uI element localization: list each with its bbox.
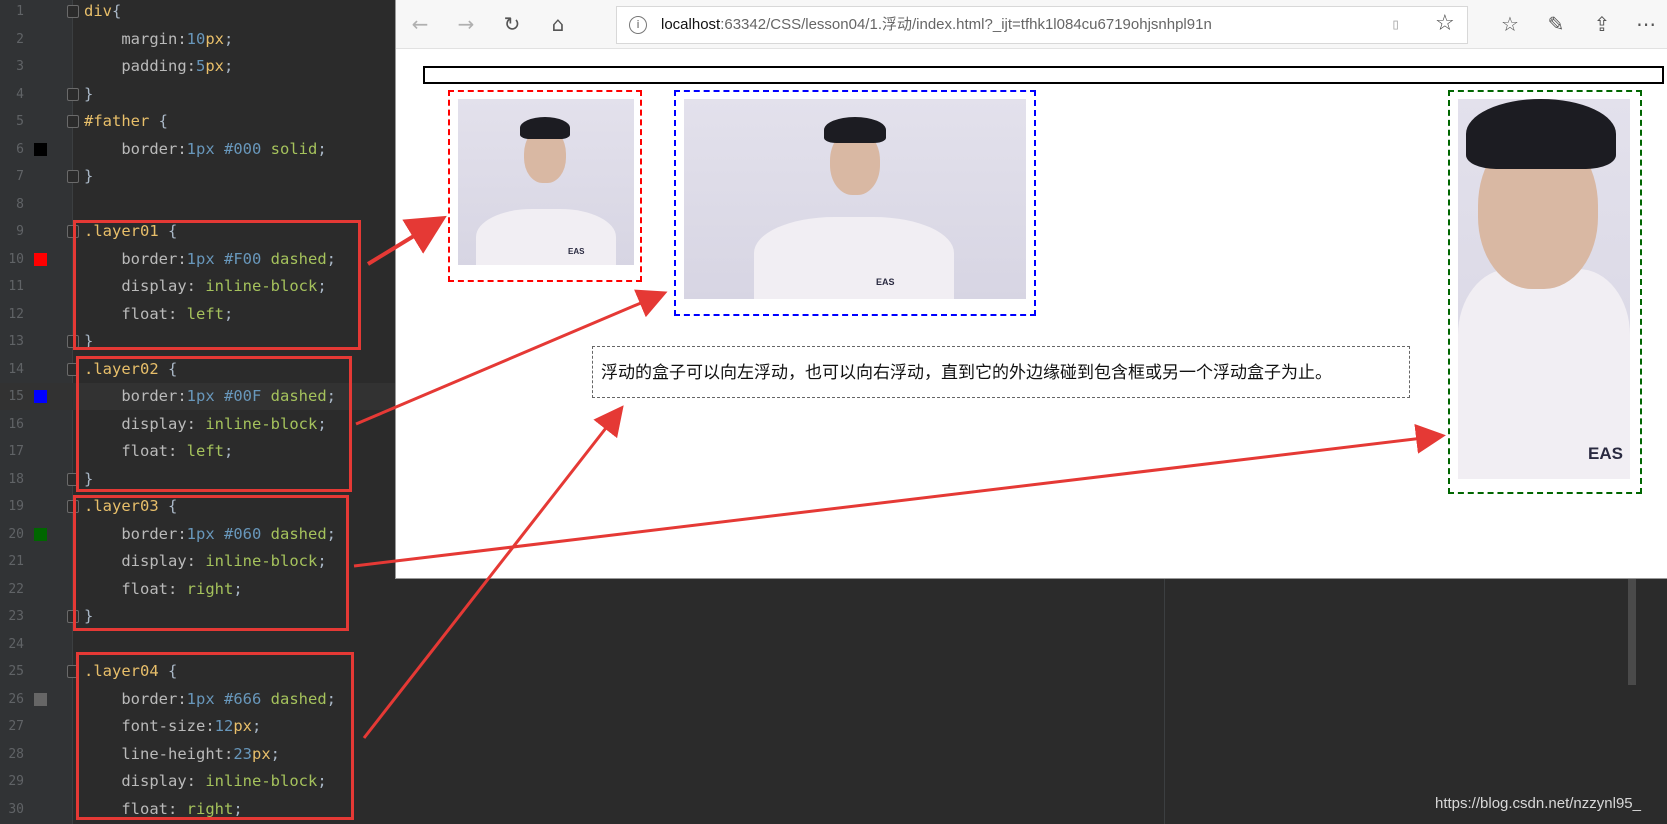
line-number: 7 [16, 169, 24, 184]
code-text: } [84, 167, 94, 185]
layer02-box: EAS [674, 90, 1036, 316]
layer03-box: EAS [1448, 90, 1642, 494]
annotation-box-layer03 [73, 495, 349, 631]
line-number: 14 [8, 361, 24, 377]
browser-window: ← → ↻ ⌂ i localhost:63342/CSS/lesson04/1… [396, 0, 1667, 578]
line-number: 18 [8, 471, 24, 487]
code-text: #father { [84, 112, 168, 130]
line-number: 3 [16, 59, 24, 74]
father-div [423, 66, 1664, 84]
line-number: 9 [16, 224, 24, 239]
refresh-icon[interactable]: ↻ [498, 10, 526, 38]
site-info-icon[interactable]: i [629, 16, 647, 34]
line-number: 16 [8, 416, 24, 432]
color-swatch-icon [34, 252, 47, 266]
line-number: 20 [8, 526, 24, 542]
layer01-photo: EAS [458, 99, 634, 265]
line-number: 17 [8, 444, 24, 459]
line-number: 29 [8, 774, 24, 789]
shirt-logo: EAS [568, 247, 585, 256]
line-number: 23 [8, 609, 24, 624]
forward-arrow-icon[interactable]: → [452, 10, 480, 38]
pen-icon[interactable]: ✎ [1542, 10, 1570, 38]
home-icon[interactable]: ⌂ [544, 10, 572, 38]
line-number: 30 [8, 801, 24, 817]
code-text: } [84, 84, 94, 103]
shirt-logo: EAS [1588, 444, 1623, 463]
code-text: border:1px #000 solid; [84, 139, 327, 158]
line-number: 4 [16, 86, 24, 102]
line-number: 27 [8, 719, 24, 734]
editor-scrollbar[interactable] [1628, 575, 1636, 685]
watermark-text: https://blog.csdn.net/nzzynl95_ [1435, 795, 1641, 812]
layer03-photo: EAS [1458, 99, 1630, 479]
url-text[interactable]: localhost:63342/CSS/lesson04/1.浮动/index.… [661, 7, 1212, 43]
line-number: 5 [16, 114, 24, 129]
code-text: padding:5px; [84, 57, 234, 75]
url-host: localhost [661, 16, 721, 33]
line-number: 21 [8, 554, 24, 569]
fold-icon[interactable] [67, 170, 79, 183]
annotation-box-layer01 [73, 220, 361, 350]
fold-icon[interactable] [67, 87, 79, 101]
line-number: 15 [8, 389, 24, 404]
line-number: 2 [16, 31, 24, 47]
code-text: div{ [84, 2, 122, 20]
address-bar[interactable]: i localhost:63342/CSS/lesson04/1.浮动/inde… [616, 6, 1468, 44]
color-swatch-icon [34, 390, 47, 403]
color-swatch-icon [34, 527, 47, 541]
line-number: 13 [8, 334, 24, 349]
line-number: 28 [8, 746, 24, 762]
line-number: 22 [8, 581, 24, 597]
line-number: 24 [8, 636, 24, 652]
favorite-star-icon[interactable]: ☆ [1435, 11, 1455, 36]
line-number: 25 [8, 664, 24, 679]
annotation-box-layer04 [76, 652, 354, 820]
layer02-photo: EAS [684, 99, 1026, 299]
annotation-box-layer02 [76, 356, 352, 492]
fold-icon[interactable] [67, 5, 79, 18]
color-swatch-icon [34, 692, 47, 706]
layer04-text-box: 浮动的盒子可以向左浮动，也可以向右浮动，直到它的外边缘碰到包含框或另一个浮动盒子… [592, 346, 1410, 398]
favorites-list-icon[interactable]: ☆ [1496, 10, 1524, 38]
back-arrow-icon[interactable]: ← [406, 10, 434, 38]
fold-icon[interactable] [67, 115, 79, 128]
color-swatch-icon [34, 142, 47, 156]
more-icon[interactable]: ⋯ [1632, 10, 1660, 38]
line-number: 12 [8, 306, 24, 322]
line-number: 6 [16, 141, 24, 157]
shirt-logo: EAS [876, 277, 895, 287]
line-number: 26 [8, 691, 24, 707]
layer01-box: EAS [448, 90, 642, 282]
reading-view-icon[interactable]: ▯ [1391, 16, 1407, 32]
line-number: 1 [16, 4, 24, 19]
share-icon[interactable]: ⇪ [1588, 10, 1616, 38]
line-number: 8 [16, 196, 24, 212]
url-path: :63342/CSS/lesson04/1.浮动/index.html?_ijt… [720, 16, 1212, 33]
web-page: EAS EAS EAS 浮动的盒子可以向左浮动，也可以向右浮动，直到它的外边缘碰… [396, 48, 1667, 578]
line-number: 11 [8, 279, 24, 294]
browser-toolbar: ← → ↻ ⌂ i localhost:63342/CSS/lesson04/1… [396, 0, 1667, 49]
code-text: margin:10px; [84, 29, 234, 48]
line-number: 19 [8, 499, 24, 514]
line-number: 10 [8, 251, 24, 267]
